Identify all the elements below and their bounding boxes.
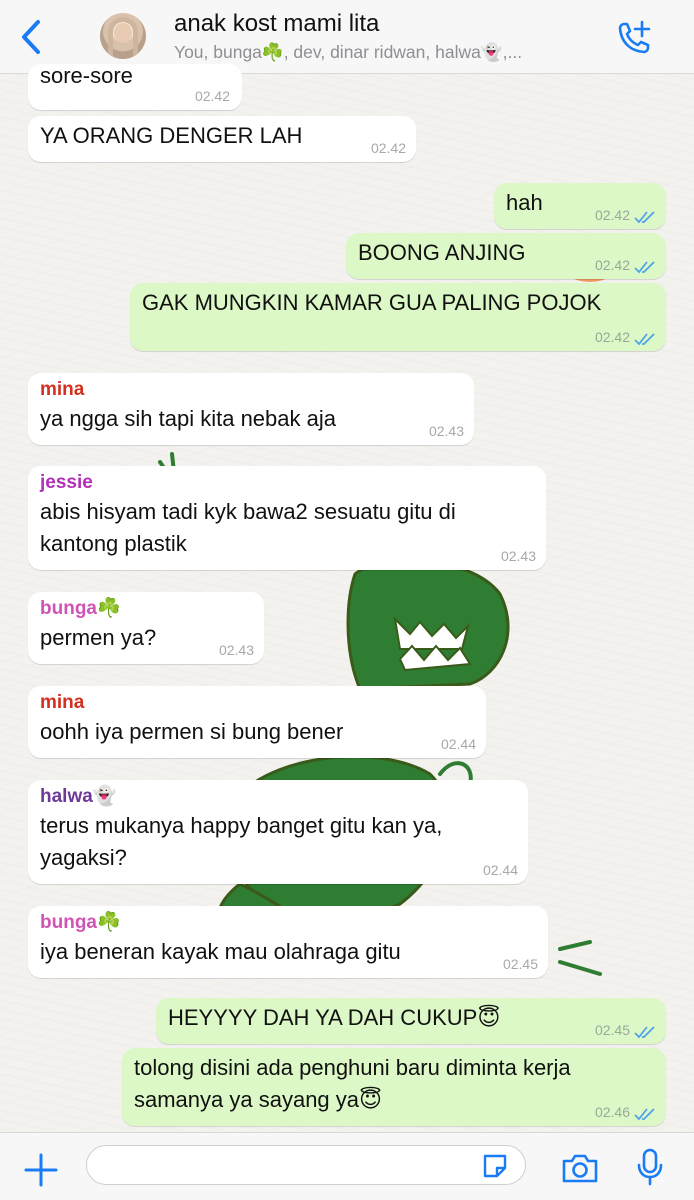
message-time: 02.43 [500,548,536,564]
sender-name[interactable]: halwa👻 [40,784,516,810]
message-text: BOONG ANJING [358,240,526,265]
message-bubble[interactable]: mina ya ngga sih tapi kita nebak aja 02.… [28,373,474,445]
message-text: terus mukanya happy banget gitu kan ya, … [40,813,443,870]
message-time: 02.42 [594,329,630,345]
camera-icon[interactable] [560,1151,600,1185]
message-time: 02.42 [594,257,630,273]
message-text: abis hisyam tadi kyk bawa2 sesuatu gitu … [40,499,456,556]
message-bubble[interactable]: hah 02.42 [494,183,666,229]
message-text: tolong disini ada penghuni baru diminta … [134,1055,571,1112]
back-chevron-icon[interactable] [14,16,48,58]
message-time: 02.43 [428,423,464,439]
message-text: sore-sore [40,63,133,88]
double-check-icon [634,1026,655,1039]
message-bubble[interactable]: tolong disini ada penghuni baru diminta … [122,1048,666,1126]
sticker-icon[interactable] [480,1151,510,1181]
double-check-icon [634,261,655,274]
plus-icon[interactable] [22,1151,60,1189]
microphone-icon[interactable] [636,1147,664,1187]
sender-name[interactable]: jessie [40,470,534,496]
message-bubble[interactable]: GAK MUNGKIN KAMAR GUA PALING POJOK 02.42 [130,283,666,351]
sender-name[interactable]: mina [40,690,474,716]
message-text: oohh iya permen si bung bener [40,719,344,744]
message-time: 02.43 [218,642,254,658]
double-check-icon [634,333,655,346]
message-time: 02.44 [482,862,518,878]
call-add-icon[interactable] [612,18,656,58]
sender-name[interactable]: mina [40,377,462,403]
message-bubble[interactable]: bunga☘️ permen ya? 02.43 [28,592,264,664]
group-avatar[interactable] [100,13,146,59]
message-text: iya beneran kayak mau olahraga gitu [40,939,401,964]
double-check-icon [634,1108,655,1121]
message-time: 02.44 [440,736,476,752]
message-time: 02.45 [502,956,538,972]
chat-participants[interactable]: You, bunga☘️, dev, dinar ridwan, halwa👻,… [174,42,604,63]
message-text: HEYYYY DAH YA DAH CUKUP😇 [168,1005,501,1030]
sender-name[interactable]: bunga☘️ [40,910,536,936]
message-text: ya ngga sih tapi kita nebak aja [40,406,336,431]
message-time: 02.42 [194,88,230,104]
message-time: 02.42 [370,140,406,156]
message-text: hah [506,190,543,215]
message-bubble[interactable]: sore-sore 02.42 [28,63,242,110]
message-bubble[interactable]: YA ORANG DENGER LAH 02.42 [28,116,416,162]
message-text: YA ORANG DENGER LAH [40,123,303,148]
sender-name[interactable]: bunga☘️ [40,596,252,622]
message-composer [0,1132,694,1200]
message-bubble[interactable]: jessie abis hisyam tadi kyk bawa2 sesuat… [28,466,546,570]
message-time: 02.42 [594,207,630,223]
chat-title[interactable]: anak kost mami lita [174,10,379,38]
message-text: permen ya? [40,625,157,650]
message-input[interactable] [86,1145,526,1185]
double-check-icon [634,211,655,224]
message-bubble[interactable]: BOONG ANJING 02.42 [346,233,666,279]
message-text: GAK MUNGKIN KAMAR GUA PALING POJOK [142,290,602,315]
message-time: 02.45 [594,1022,630,1038]
message-bubble[interactable]: mina oohh iya permen si bung bener 02.44 [28,686,486,758]
message-bubble[interactable]: bunga☘️ iya beneran kayak mau olahraga g… [28,906,548,978]
message-bubble[interactable]: halwa👻 terus mukanya happy banget gitu k… [28,780,528,884]
message-time: 02.46 [594,1104,630,1120]
message-bubble[interactable]: HEYYYY DAH YA DAH CUKUP😇 02.45 [156,998,666,1044]
